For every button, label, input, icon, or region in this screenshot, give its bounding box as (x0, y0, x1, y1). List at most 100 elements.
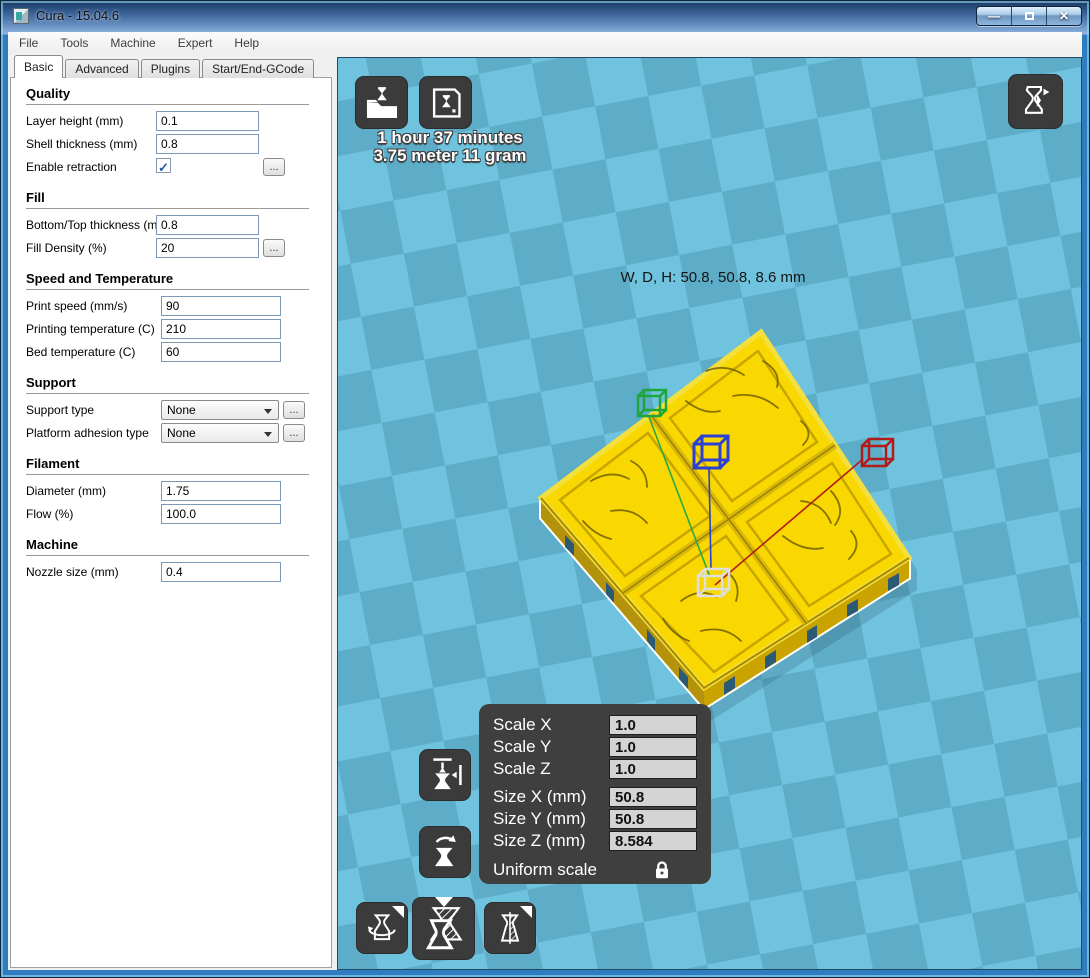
menu-tools[interactable]: Tools (60, 36, 88, 50)
setting-row: Bed temperature (C) (26, 341, 326, 364)
model-3d[interactable] (501, 301, 951, 721)
scale-handle-x-red[interactable] (862, 439, 893, 466)
nozzle-size-input[interactable] (161, 562, 281, 582)
field-label: Bottom/Top thickness (mm) (26, 218, 171, 232)
close-button[interactable]: ✕ (1047, 7, 1081, 25)
section-title: Machine (26, 537, 309, 556)
tab-advanced[interactable]: Advanced (65, 59, 138, 78)
field-label: Enable retraction (26, 160, 117, 174)
scale-to-max-icon (425, 755, 465, 795)
print-stats: 1 hour 37 minutes 3.75 meter 11 gram (344, 129, 556, 165)
platform-adhesion-more-button[interactable]: ... (283, 424, 305, 442)
load-model-icon (363, 84, 401, 122)
section-quality: Quality Layer height (mm) Shell thicknes… (26, 86, 331, 179)
section-title: Speed and Temperature (26, 271, 309, 290)
tool-corner-badge (520, 906, 532, 918)
fill-density-input[interactable] (156, 238, 259, 258)
bed-temperature-input[interactable] (161, 342, 281, 362)
scale-tool-icon (419, 904, 469, 954)
maximize-button[interactable] (1012, 7, 1047, 25)
client-area: File Tools Machine Expert Help Basic Adv… (8, 32, 1082, 970)
size-x-label: Size X (mm) (493, 787, 587, 806)
uniform-scale-row: Uniform scale (493, 859, 711, 883)
chevron-down-icon (264, 409, 272, 414)
tab-start-end-gcode[interactable]: Start/End-GCode (202, 59, 314, 78)
retraction-more-button[interactable]: ... (263, 158, 285, 176)
save-toolpath-icon (427, 84, 465, 122)
titlebar[interactable]: Cura - 15.04.6 — ✕ (0, 0, 1090, 32)
scale-settings-panel: Scale X Scale Y Scale Z Size X (mm) Size… (479, 704, 711, 884)
filament-diameter-input[interactable] (161, 481, 281, 501)
platform-adhesion-select[interactable]: None (161, 423, 279, 443)
scale-z-input[interactable] (609, 759, 697, 779)
setting-row: Platform adhesion type None ... (26, 422, 326, 445)
reset-scale-button[interactable] (419, 826, 471, 878)
support-type-select[interactable]: None (161, 400, 279, 420)
menu-expert[interactable]: Expert (178, 36, 213, 50)
minimize-button[interactable]: — (977, 7, 1012, 25)
printing-temperature-input[interactable] (161, 319, 281, 339)
field-label: Support type (26, 403, 94, 417)
enable-retraction-checkbox[interactable]: ✓ (156, 158, 171, 173)
tab-plugins[interactable]: Plugins (141, 59, 200, 78)
field-label: Platform adhesion type (26, 426, 149, 440)
view-mode-button[interactable] (1008, 74, 1063, 129)
cura-window: Cura - 15.04.6 — ✕ File Tools Machine Ex… (0, 0, 1090, 978)
tab-basic[interactable]: Basic (14, 55, 63, 78)
save-toolpath-button[interactable] (419, 76, 472, 129)
menu-machine[interactable]: Machine (110, 36, 155, 50)
scale-to-max-button[interactable] (419, 749, 471, 801)
load-model-button[interactable] (355, 76, 408, 129)
layer-height-input[interactable] (156, 111, 259, 131)
shell-thickness-input[interactable] (156, 134, 259, 154)
scale-row: Size X (mm) (493, 786, 711, 808)
size-y-input[interactable] (609, 809, 697, 829)
section-filament: Filament Diameter (mm) Flow (%) (26, 456, 331, 526)
fill-density-more-button[interactable]: ... (263, 239, 285, 257)
scale-y-input[interactable] (609, 737, 697, 757)
menu-file[interactable]: File (19, 36, 38, 50)
scale-row: Scale Y (493, 736, 711, 758)
print-speed-input[interactable] (161, 296, 281, 316)
support-type-more-button[interactable]: ... (283, 401, 305, 419)
section-title: Quality (26, 86, 309, 105)
select-value: None (167, 426, 196, 440)
size-z-input[interactable] (609, 831, 697, 851)
menubar: File Tools Machine Expert Help (8, 32, 1082, 54)
section-title: Fill (26, 190, 309, 209)
setting-row: Bottom/Top thickness (mm) (26, 214, 326, 237)
tabstrip: Basic Advanced Plugins Start/End-GCode (14, 55, 316, 78)
active-tool-badge (435, 897, 453, 907)
reset-scale-icon (425, 832, 465, 872)
viewport-3d[interactable]: 1 hour 37 minutes 3.75 meter 11 gram W, … (337, 57, 1082, 970)
scale-y-label: Scale Y (493, 737, 551, 756)
filament-flow-input[interactable] (161, 504, 281, 524)
check-icon: ✓ (158, 160, 169, 175)
menu-help[interactable]: Help (234, 36, 259, 50)
scale-z-label: Scale Z (493, 759, 551, 778)
setting-row: Nozzle size (mm) (26, 561, 326, 584)
close-icon: ✕ (1059, 9, 1069, 23)
field-label: Flow (%) (26, 507, 73, 521)
field-label: Fill Density (%) (26, 241, 107, 255)
field-label: Shell thickness (mm) (26, 137, 137, 151)
setting-row: Support type None ... (26, 399, 326, 422)
lock-icon[interactable] (653, 860, 671, 880)
print-time-text: 1 hour 37 minutes (344, 129, 556, 147)
mirror-tool-button[interactable] (484, 902, 536, 954)
view-mode-icon (1016, 82, 1056, 122)
bottom-top-thickness-input[interactable] (156, 215, 259, 235)
section-speed-temperature: Speed and Temperature Print speed (mm/s)… (26, 271, 331, 364)
chevron-down-icon (264, 432, 272, 437)
rotate-tool-button[interactable] (356, 902, 408, 954)
setting-row: Print speed (mm/s) (26, 295, 326, 318)
scale-row: Size Y (mm) (493, 808, 711, 830)
scale-x-input[interactable] (609, 715, 697, 735)
field-label: Printing temperature (C) (26, 322, 155, 336)
select-value: None (167, 403, 196, 417)
setting-row: Fill Density (%) ... (26, 237, 326, 260)
scale-tool-button[interactable] (412, 897, 475, 960)
model-dimensions-text: W, D, H: 50.8, 50.8, 8.6 mm (588, 269, 838, 286)
size-x-input[interactable] (609, 787, 697, 807)
scale-x-label: Scale X (493, 715, 552, 734)
